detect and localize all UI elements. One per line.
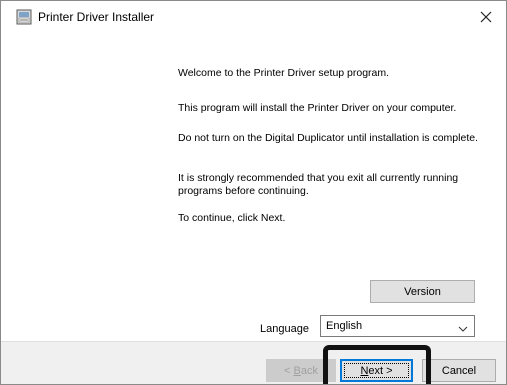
back-accelerator: B <box>293 364 301 377</box>
window-title: Printer Driver Installer <box>38 10 155 24</box>
back-label-rest: ack <box>300 364 318 377</box>
recommendation-text: It is strongly recommended that you exit… <box>178 172 459 197</box>
back-prefix: < <box>284 364 291 377</box>
language-selected-value: English <box>326 320 363 332</box>
welcome-text: Welcome to the Printer Driver setup prog… <box>178 67 390 79</box>
chevron-down-icon <box>458 323 468 335</box>
close-icon <box>480 11 492 23</box>
language-select[interactable]: English <box>320 315 475 337</box>
language-label: Language <box>260 323 309 335</box>
content-area: Welcome to the Printer Driver setup prog… <box>1 32 506 337</box>
focus-ring <box>344 363 409 378</box>
installer-window: Printer Driver Installer Welcome to the … <box>0 0 507 385</box>
version-button[interactable]: Version <box>370 280 475 303</box>
installer-icon <box>16 9 32 25</box>
title-bar: Printer Driver Installer <box>1 1 506 32</box>
side-panel <box>1 32 161 337</box>
cancel-button[interactable]: Cancel <box>422 359 496 382</box>
back-button[interactable]: < Back <box>266 359 336 382</box>
next-button[interactable]: Next > <box>340 359 413 382</box>
install-info-text: This program will install the Printer Dr… <box>178 102 457 114</box>
close-button[interactable] <box>466 1 506 32</box>
warning-text: Do not turn on the Digital Duplicator un… <box>178 132 478 144</box>
continue-text: To continue, click Next. <box>178 212 286 224</box>
